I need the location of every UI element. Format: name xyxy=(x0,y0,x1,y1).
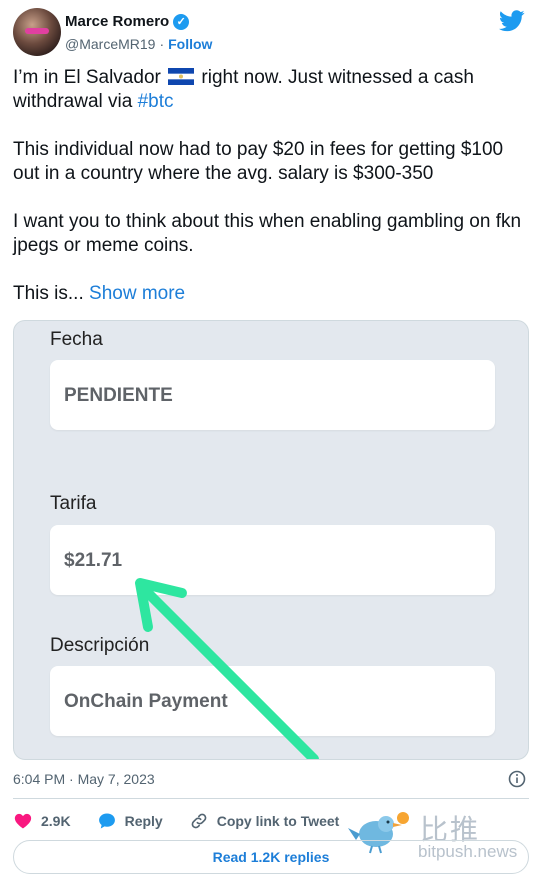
tweet-actions: 2.9K Reply Copy link to Tweet xyxy=(13,810,365,832)
avatar[interactable] xyxy=(13,8,61,56)
show-more-link[interactable]: Show more xyxy=(89,283,185,304)
author-handle-row: @MarceMR19 · Follow xyxy=(65,36,212,52)
like-count: 2.9K xyxy=(41,813,71,829)
copy-link-button[interactable]: Copy link to Tweet xyxy=(189,811,340,831)
verified-badge-icon: ✓ xyxy=(173,13,190,30)
info-icon[interactable] xyxy=(508,770,526,788)
twitter-bird-icon[interactable] xyxy=(499,10,525,32)
reply-label: Reply xyxy=(124,813,163,829)
tweet-text: I’m in El Salvador right now. Just witne… xyxy=(13,66,528,330)
follow-button[interactable]: Follow xyxy=(168,36,212,52)
tweet-header: Marce Romero ✓ @MarceMR19 · Follow xyxy=(13,8,533,58)
tweet-paragraph-2: This individual now had to pay $20 in fe… xyxy=(13,139,509,184)
copy-link-label: Copy link to Tweet xyxy=(216,813,340,829)
divider xyxy=(13,798,529,799)
hashtag-btc[interactable]: #btc xyxy=(138,91,174,112)
tweet-paragraph-3: I want you to think about this when enab… xyxy=(13,211,527,256)
el-salvador-flag-icon xyxy=(168,68,195,85)
tweet-paragraph-4: This is... Show more xyxy=(13,283,186,304)
reply-button[interactable]: Reply xyxy=(97,811,163,831)
heart-icon xyxy=(14,813,32,829)
annotation-arrow-icon xyxy=(135,578,319,759)
tweet-paragraph-1: I’m in El Salvador right now. Just witne… xyxy=(13,67,480,112)
reply-bubble-icon xyxy=(98,813,115,829)
like-button[interactable]: 2.9K xyxy=(13,811,71,831)
tweet-timestamp[interactable]: 6:04 PM · May 7, 2023 xyxy=(13,771,155,787)
author-name[interactable]: Marce Romero xyxy=(65,13,169,30)
author-name-row[interactable]: Marce Romero ✓ xyxy=(65,13,190,30)
separator-dot: · xyxy=(159,36,165,52)
author-handle[interactable]: @MarceMR19 xyxy=(65,36,155,52)
link-icon xyxy=(191,813,207,829)
read-replies-button[interactable]: Read 1.2K replies xyxy=(13,840,529,874)
tweet-media-image[interactable]: Fecha PENDIENTE Tarifa $21.71 Descripció… xyxy=(13,320,529,760)
